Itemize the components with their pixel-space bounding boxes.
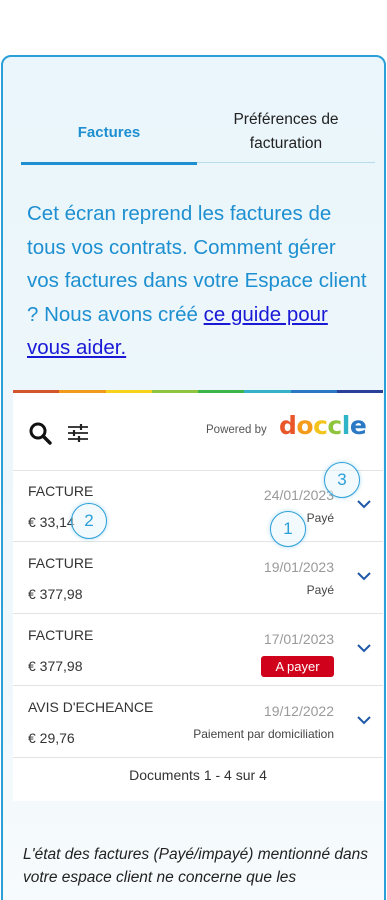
tab-bar: Factures Préférences de facturation [21,101,375,165]
logo-letter: l [341,411,351,440]
logo-letter: c [327,411,342,440]
documents-count: Documents 1 - 4 sur 4 [129,767,267,783]
sliders-icon[interactable] [67,423,89,443]
payment-status-note: L'état des factures (Payé/impayé) mentio… [23,846,369,886]
invoice-amount: € 377,98 [28,658,83,674]
tab-factures[interactable]: Factures [21,101,197,165]
invoice-amount: € 377,98 [28,586,83,602]
invoice-status: Paiement par domiciliation [193,727,334,741]
invoice-row[interactable]: FACTURE € 377,98 17/01/2023 A payer [13,615,383,686]
tab-factures-label: Factures [77,123,141,141]
chevron-down-icon[interactable] [357,571,371,581]
invoice-date: 17/01/2023 [263,631,334,647]
list-toolbar: Powered by doccle [13,393,383,471]
invoice-status: Payé [306,511,334,525]
invoice-type: FACTURE [28,555,94,571]
invoice-date: 19/01/2023 [263,559,334,575]
invoice-type: AVIS D'ECHEANCE [28,699,154,715]
invoice-list-card: Powered by doccle FACTURE € 33,14 24/01/20… [13,393,383,801]
invoice-type: FACTURE [28,627,94,643]
invoice-date: 24/01/2023 [263,487,334,503]
tab-billing-preferences-label: Préférences de facturation [233,111,339,152]
invoice-status: Payé [306,583,334,597]
pay-button[interactable]: A payer [261,656,334,677]
invoice-row[interactable]: AVIS D'ECHEANCE € 29,76 19/12/2022 Paiement… [13,687,383,758]
logo-letter: e [349,411,367,440]
marker-badge-2: 2 [71,503,107,539]
logo-letter: o [296,411,314,440]
search-icon[interactable] [28,421,52,445]
invoice-amount: € 33,14 [28,514,75,530]
doccle-logo: doccle [279,411,367,440]
marker-badge-1: 1 [270,511,306,547]
chevron-down-icon[interactable] [357,715,371,725]
chevron-down-icon[interactable] [357,643,371,653]
invoice-row[interactable]: FACTURE € 377,98 19/01/2023 Payé [13,543,383,614]
powered-by-label: Powered by [206,424,267,436]
intro-text: Cet écran reprend les factures de tous v… [27,197,367,365]
invoice-type: FACTURE [28,483,94,499]
logo-letter: c [313,411,328,440]
marker-badge-3: 3 [324,462,360,498]
invoice-date: 19/12/2022 [263,703,334,719]
logo-letter: d [279,411,297,440]
tab-billing-preferences[interactable]: Préférences de facturation [197,101,375,163]
chevron-down-icon[interactable] [357,499,371,509]
invoice-amount: € 29,76 [28,730,75,746]
